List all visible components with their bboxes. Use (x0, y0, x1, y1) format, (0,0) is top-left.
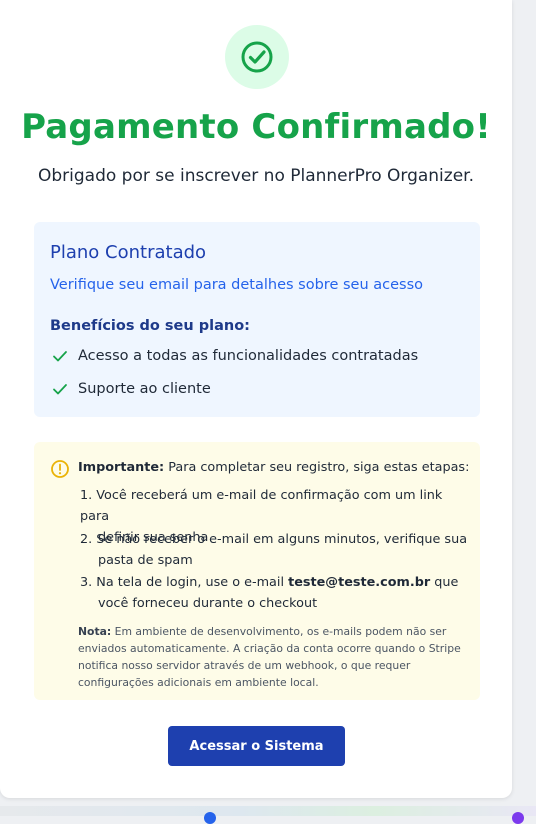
dev-note: Nota: Em ambiente de desenvolvimento, os… (78, 623, 470, 691)
important-notice: Importante: Para completar seu registro,… (34, 442, 480, 700)
step-text: 3. Na tela de login, use o e-mail (80, 575, 289, 590)
important-text: Para completar seu registro, siga estas … (168, 460, 470, 475)
success-check-icon (225, 25, 289, 89)
taskbar-app-icon[interactable] (204, 812, 216, 824)
benefit-item: Acesso a todas as funcionalidades contra… (52, 348, 418, 364)
check-circle-icon (241, 41, 273, 73)
page-subtitle: Obrigado por se inscrever no PlannerPro … (37, 166, 474, 186)
check-icon (53, 351, 67, 362)
user-email: teste@teste.com.br (288, 575, 431, 590)
note-line: notifica nosso servidor através de um we… (78, 659, 411, 672)
step-item: 3. Na tela de login, use o e-mail teste@… (80, 572, 470, 614)
taskbar-app-icon[interactable] (512, 812, 524, 824)
important-label: Importante: (78, 460, 165, 475)
step-line: pasta de spam (98, 553, 193, 568)
step-line: 2. Se não receber o e-mail em alguns min… (80, 532, 468, 547)
step-text: que (430, 575, 459, 590)
step-item: 2. Se não receber o e-mail em alguns min… (80, 529, 470, 571)
step-line: 1. Você receberá um e-mail de confirmaçã… (80, 488, 443, 524)
taskbar (0, 806, 536, 816)
benefits-heading: Benefícios do seu plano: (50, 318, 250, 334)
note-line: Em ambiente de desenvolvimento, os e-mai… (114, 625, 447, 638)
check-icon (53, 384, 67, 395)
exclamation-circle-icon (51, 460, 69, 478)
access-system-button[interactable]: Acessar o Sistema (168, 726, 345, 766)
note-label: Nota: (78, 625, 112, 638)
plan-panel: Plano Contratado Verifique seu email par… (34, 222, 480, 417)
important-intro: Importante: Para completar seu registro,… (78, 460, 469, 475)
plan-title: Plano Contratado (50, 242, 207, 263)
note-line: configurações adicionais em ambiente loc… (78, 676, 319, 689)
note-line: enviados automaticamente. A criação da c… (78, 642, 461, 655)
benefit-label: Suporte ao cliente (78, 381, 211, 397)
step-line: você forneceu durante o checkout (98, 596, 318, 611)
confirmation-card: Pagamento Confirmado! Obrigado por se in… (0, 0, 512, 798)
benefit-label: Acesso a todas as funcionalidades contra… (78, 348, 419, 364)
plan-description: Verifique seu email para detalhes sobre … (50, 277, 424, 293)
step-line: 3. Na tela de login, use o e-mail teste@… (80, 572, 470, 593)
page-title: Pagamento Confirmado! (21, 107, 491, 147)
benefit-item: Suporte ao cliente (52, 381, 211, 397)
